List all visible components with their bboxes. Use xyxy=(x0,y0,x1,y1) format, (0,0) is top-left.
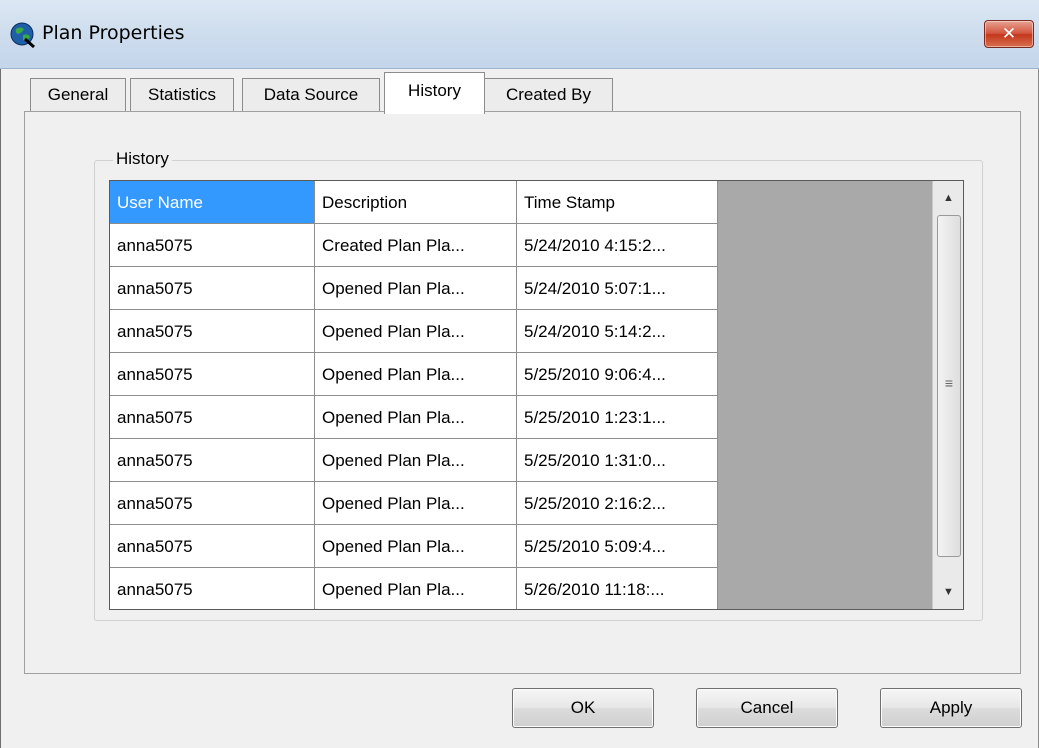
table-cell-timestamp[interactable]: 5/26/2010 11:18:... xyxy=(517,568,718,609)
cancel-button[interactable]: Cancel xyxy=(696,688,838,728)
table-cell-description[interactable]: Opened Plan Pla... xyxy=(315,439,517,482)
history-group-label: History xyxy=(113,149,172,169)
scroll-down-icon[interactable]: ▼ xyxy=(933,577,963,607)
table-cell-user[interactable]: anna5075 xyxy=(110,568,315,609)
table-cell-description[interactable]: Opened Plan Pla... xyxy=(315,482,517,525)
table-cell-timestamp[interactable]: 5/24/2010 5:07:1... xyxy=(517,267,718,310)
close-button[interactable]: ✕ xyxy=(984,20,1034,48)
table-cell-timestamp[interactable]: 5/25/2010 1:23:1... xyxy=(517,396,718,439)
globe-icon xyxy=(10,22,35,48)
column-header-time-stamp[interactable]: Time Stamp xyxy=(517,181,718,224)
table-cell-timestamp[interactable]: 5/25/2010 5:09:4... xyxy=(517,525,718,568)
ok-button[interactable]: OK xyxy=(512,688,654,728)
table-cell-timestamp[interactable]: 5/25/2010 9:06:4... xyxy=(517,353,718,396)
column-header-user-name[interactable]: User Name xyxy=(110,181,315,224)
history-table[interactable]: User Name Description Time Stamp anna507… xyxy=(109,180,964,610)
table-cell-description[interactable]: Opened Plan Pla... xyxy=(315,396,517,439)
tab-general[interactable]: General xyxy=(30,78,126,112)
vertical-scrollbar[interactable]: ▲ ≡ ▼ xyxy=(932,181,963,609)
table-cell-description[interactable]: Opened Plan Pla... xyxy=(315,568,517,609)
table-cell-user[interactable]: anna5075 xyxy=(110,396,315,439)
apply-button[interactable]: Apply xyxy=(880,688,1022,728)
table-cell-timestamp[interactable]: 5/24/2010 5:14:2... xyxy=(517,310,718,353)
table-cell-description[interactable]: Opened Plan Pla... xyxy=(315,310,517,353)
tab-statistics[interactable]: Statistics xyxy=(130,78,234,112)
table-cell-user[interactable]: anna5075 xyxy=(110,224,315,267)
table-cell-timestamp[interactable]: 5/24/2010 4:15:2... xyxy=(517,224,718,267)
window-title: Plan Properties xyxy=(42,22,185,44)
tab-data-source[interactable]: Data Source xyxy=(242,78,380,112)
table-cell-user[interactable]: anna5075 xyxy=(110,310,315,353)
table-cell-timestamp[interactable]: 5/25/2010 2:16:2... xyxy=(517,482,718,525)
table-cell-description[interactable]: Opened Plan Pla... xyxy=(315,267,517,310)
table-cell-description[interactable]: Opened Plan Pla... xyxy=(315,525,517,568)
table-cell-timestamp[interactable]: 5/25/2010 1:31:0... xyxy=(517,439,718,482)
grip-icon: ≡ xyxy=(944,375,954,391)
table-cell-user[interactable]: anna5075 xyxy=(110,482,315,525)
table-cell-user[interactable]: anna5075 xyxy=(110,439,315,482)
table-cell-user[interactable]: anna5075 xyxy=(110,353,315,396)
table-cell-user[interactable]: anna5075 xyxy=(110,525,315,568)
scrollbar-thumb[interactable]: ≡ xyxy=(937,215,961,557)
table-cell-user[interactable]: anna5075 xyxy=(110,267,315,310)
title-bar: Plan Properties ✕ xyxy=(0,0,1039,69)
scroll-up-icon[interactable]: ▲ xyxy=(933,183,963,213)
table-cell-description[interactable]: Opened Plan Pla... xyxy=(315,353,517,396)
tab-history[interactable]: History xyxy=(384,72,485,114)
column-header-description[interactable]: Description xyxy=(315,181,517,224)
table-cell-description[interactable]: Created Plan Pla... xyxy=(315,224,517,267)
tab-created-by[interactable]: Created By xyxy=(484,78,613,112)
